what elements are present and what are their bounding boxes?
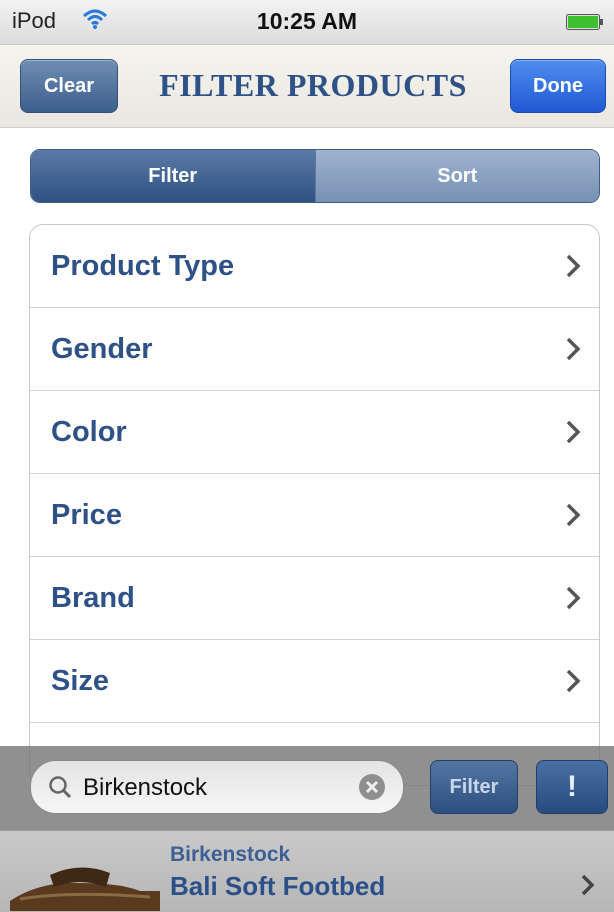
clear-button[interactable]: Clear: [20, 59, 118, 113]
status-time: 10:25 AM: [256, 8, 358, 34]
filter-list: Product Type Gender Color Price Brand Si…: [29, 224, 600, 786]
product-name: Bali Soft Footbed: [170, 871, 386, 901]
segment-filter[interactable]: Filter: [31, 150, 315, 202]
list-item-label: Price: [51, 498, 122, 531]
product-row[interactable]: Birkenstock Bali Soft Footbed: [0, 830, 614, 912]
chevron-right-icon: [566, 254, 581, 278]
product-brand: Birkenstock: [170, 843, 291, 866]
navigation-bar: Clear FILTER PRODUCTS Done: [0, 45, 614, 128]
list-item-label: Product Type: [51, 249, 235, 282]
chevron-right-icon: [566, 420, 581, 444]
filter-sort-segmented-control: Filter Sort: [30, 149, 600, 203]
search-icon: [49, 776, 72, 799]
chevron-right-icon: [566, 586, 581, 610]
segment-sort[interactable]: Sort: [314, 150, 599, 202]
clear-search-icon[interactable]: [357, 772, 387, 802]
list-item-price[interactable]: Price: [30, 474, 599, 557]
filter-button[interactable]: Filter: [430, 760, 518, 814]
list-item-brand[interactable]: Brand: [30, 557, 599, 640]
page-title: FILTER PRODUCTS: [159, 67, 467, 103]
search-query: Birkenstock: [83, 774, 208, 801]
list-item-label: Brand: [51, 581, 135, 614]
list-item-color[interactable]: Color: [30, 391, 599, 474]
list-item-label: Color: [51, 415, 127, 448]
list-item-size[interactable]: Size: [30, 640, 599, 723]
alert-button[interactable]: !: [536, 760, 608, 814]
chevron-right-icon: [566, 669, 581, 693]
sandal-image: [10, 867, 160, 911]
chevron-right-icon: [566, 337, 581, 361]
battery-icon: [566, 14, 603, 30]
list-item-label: Gender: [51, 332, 153, 365]
chevron-right-icon: [566, 503, 581, 527]
done-button[interactable]: Done: [510, 59, 606, 113]
status-bar: iPod 10:25 AM: [0, 0, 614, 45]
list-item-product-type[interactable]: Product Type: [30, 225, 599, 308]
list-item-gender[interactable]: Gender: [30, 308, 599, 391]
list-item-label: Size: [51, 664, 110, 697]
search-input[interactable]: Birkenstock: [30, 760, 404, 814]
chevron-right-icon: [581, 874, 595, 896]
search-toolbar: Birkenstock Filter ! Birkenstock Bali So…: [0, 746, 614, 912]
